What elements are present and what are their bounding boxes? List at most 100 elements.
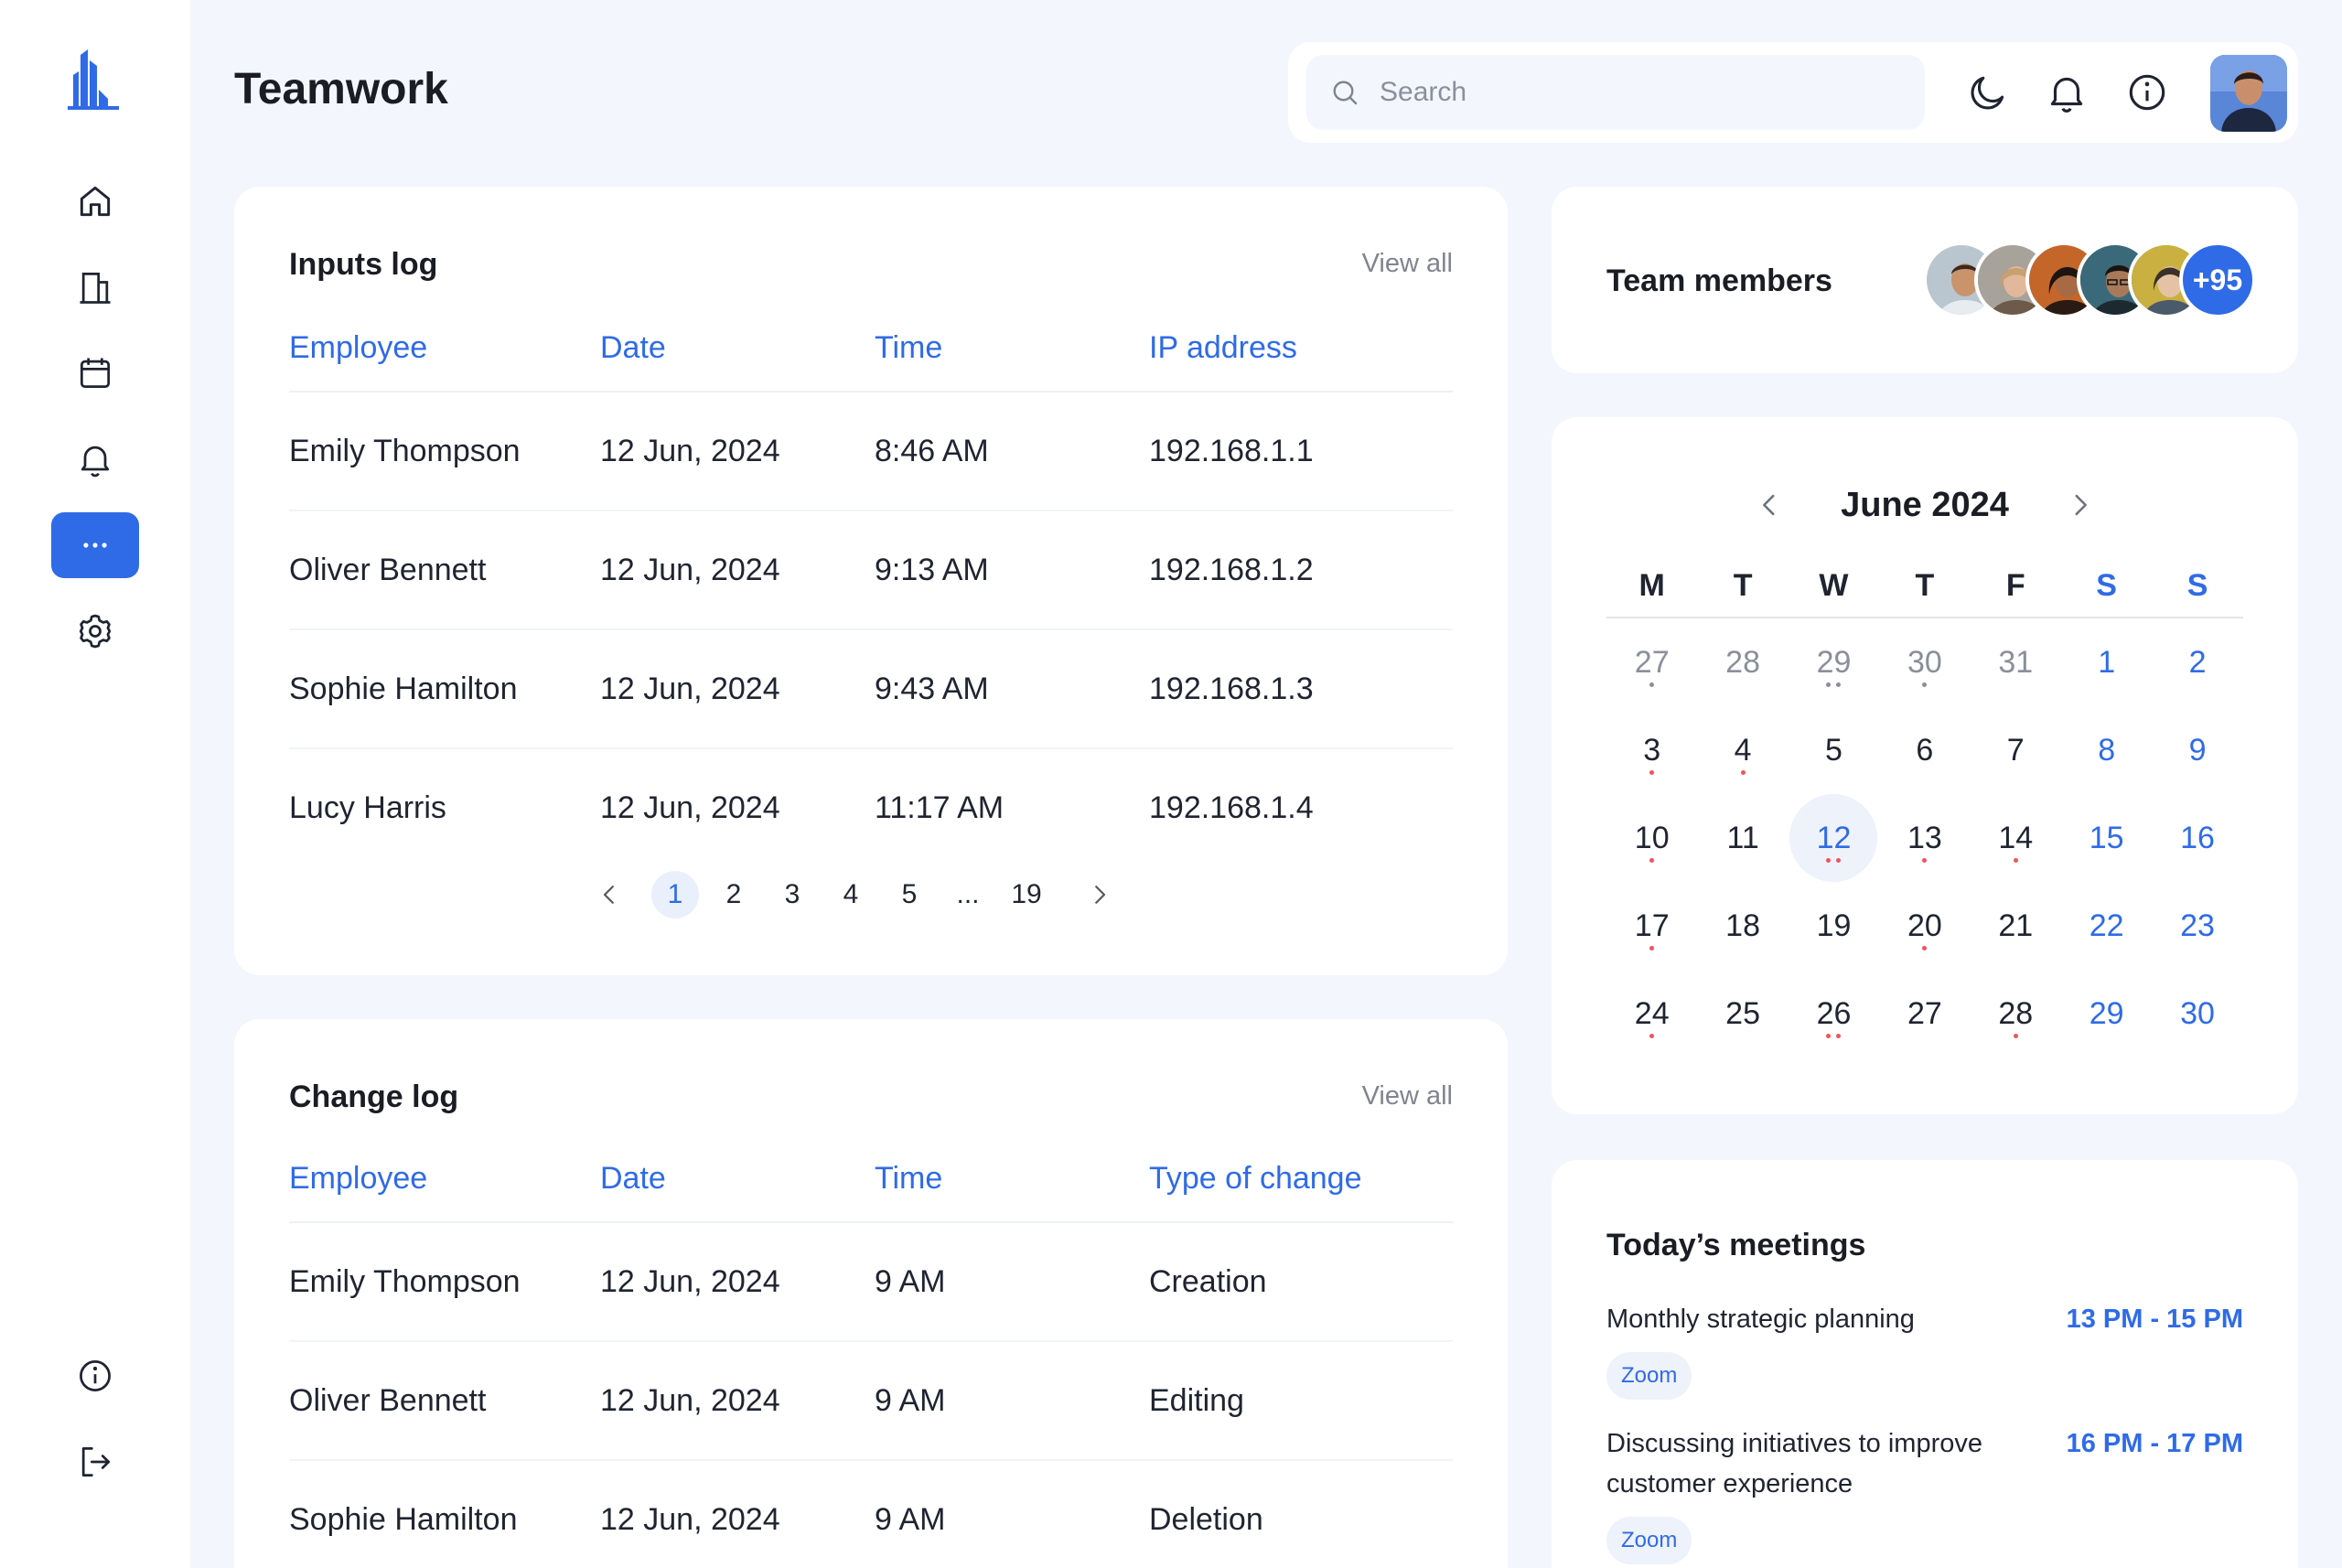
pagination-page-4[interactable]: 4: [827, 871, 875, 918]
search-input[interactable]: [1380, 77, 1892, 108]
calendar-day[interactable]: 21: [1971, 882, 2061, 970]
building-icon: [80, 272, 111, 304]
meeting-item[interactable]: Discussing initiatives to improve custom…: [1606, 1423, 2243, 1564]
calendar-day[interactable]: 20: [1879, 882, 1970, 970]
calendar-day[interactable]: 29: [2061, 970, 2152, 1058]
calendar-day[interactable]: 25: [1697, 970, 1788, 1058]
calendar-day-today[interactable]: 12: [1789, 794, 1879, 882]
calendar-day[interactable]: 28: [1971, 970, 2061, 1058]
calendar-day[interactable]: 27: [1879, 970, 1970, 1058]
inputs-log-card: Inputs log View all Employee Date Time I…: [234, 187, 1508, 975]
calendar-day-number: 18: [1725, 908, 1760, 943]
column-header-date[interactable]: Date: [600, 1142, 875, 1223]
meeting-platform-tag[interactable]: Zoom: [1606, 1517, 1692, 1564]
event-dot: [1826, 858, 1832, 863]
logo[interactable]: [68, 48, 123, 112]
column-header-ip-address[interactable]: IP address: [1149, 311, 1453, 392]
calendar-week-row: 3 4 5 6 7 8 9: [1606, 706, 2243, 794]
calendar-day[interactable]: 16: [2152, 794, 2242, 882]
column-header-employee[interactable]: Employee: [289, 311, 600, 392]
calendar-prev-month-button[interactable]: [1749, 485, 1789, 525]
nav-more[interactable]: [51, 512, 139, 578]
calendar-day[interactable]: 18: [1697, 882, 1788, 970]
nav-info[interactable]: [51, 1343, 139, 1409]
cell-employee: Sophie Hamilton: [289, 629, 600, 749]
calendar-day-number: 20: [1907, 908, 1942, 943]
calendar-day[interactable]: 3: [1606, 706, 1697, 794]
calendar-day[interactable]: 10: [1606, 794, 1697, 882]
table-row[interactable]: Oliver Bennett 12 Jun, 2024 9 AM Editing: [289, 1341, 1453, 1461]
table-row[interactable]: Sophie Hamilton 12 Jun, 2024 9 AM Deleti…: [289, 1460, 1453, 1568]
user-avatar[interactable]: [2210, 55, 2287, 132]
event-dot: [1922, 682, 1928, 687]
event-dot: [1649, 682, 1655, 687]
calendar-day[interactable]: 7: [1971, 706, 2061, 794]
table-row[interactable]: Lucy Harris 12 Jun, 2024 11:17 AM 192.16…: [289, 748, 1453, 867]
nav-notifications[interactable]: [51, 426, 139, 492]
calendar-day[interactable]: 5: [1789, 706, 1879, 794]
column-header-date[interactable]: Date: [600, 311, 875, 392]
calendar-day[interactable]: 28: [1697, 618, 1788, 706]
pagination-page-1[interactable]: 1: [651, 871, 699, 918]
nav-home[interactable]: [51, 168, 139, 234]
calendar-day[interactable]: 4: [1697, 706, 1788, 794]
calendar-day[interactable]: 31: [1971, 618, 2061, 706]
calendar-day[interactable]: 30: [2152, 970, 2242, 1058]
event-indicator: [1922, 682, 1928, 687]
cell-employee: Emily Thompson: [289, 392, 600, 511]
calendar-day[interactable]: 14: [1971, 794, 2061, 882]
table-row[interactable]: Sophie Hamilton 12 Jun, 2024 9:43 AM 192…: [289, 629, 1453, 749]
pagination-page-5[interactable]: 5: [886, 871, 933, 918]
team-more-count-badge[interactable]: +95: [2179, 242, 2256, 318]
info-button[interactable]: [2124, 70, 2170, 115]
calendar-next-month-button[interactable]: [2060, 485, 2100, 525]
column-header-time[interactable]: Time: [875, 1142, 1149, 1223]
table-row[interactable]: Emily Thompson 12 Jun, 2024 8:46 AM 192.…: [289, 392, 1453, 511]
meeting-item[interactable]: Monthly strategic planning 13 PM - 15 PM…: [1606, 1299, 2243, 1400]
inputs-log-table: Employee Date Time IP address Emily Thom…: [289, 311, 1453, 867]
calendar-day[interactable]: 22: [2061, 882, 2152, 970]
table-row[interactable]: Oliver Bennett 12 Jun, 2024 9:13 AM 192.…: [289, 510, 1453, 630]
search-box[interactable]: [1306, 55, 1925, 130]
pagination-page-3[interactable]: 3: [768, 871, 816, 918]
nav-settings[interactable]: [51, 598, 139, 664]
pagination-next-button[interactable]: [1076, 871, 1123, 918]
column-header-type-of-change[interactable]: Type of change: [1149, 1142, 1453, 1223]
calendar-day[interactable]: 13: [1879, 794, 1970, 882]
calendar-day[interactable]: 27: [1606, 618, 1697, 706]
pagination-page-2[interactable]: 2: [710, 871, 757, 918]
notifications-button[interactable]: [2044, 70, 2090, 115]
calendar-day-number: 10: [1634, 820, 1670, 855]
calendar-day[interactable]: 11: [1697, 794, 1788, 882]
nav-calendar[interactable]: [51, 340, 139, 406]
calendar-day[interactable]: 19: [1789, 882, 1879, 970]
calendar-day[interactable]: 17: [1606, 882, 1697, 970]
nav-logout[interactable]: [51, 1429, 139, 1495]
calendar-day[interactable]: 29: [1789, 618, 1879, 706]
calendar-day[interactable]: 6: [1879, 706, 1970, 794]
calendar-day[interactable]: 8: [2061, 706, 2152, 794]
change-log-view-all-link[interactable]: View all: [1362, 1081, 1453, 1112]
pagination-prev-button[interactable]: [586, 871, 633, 918]
calendar-day[interactable]: 9: [2152, 706, 2242, 794]
pagination-page-19[interactable]: 19: [1003, 871, 1050, 918]
calendar-day[interactable]: 1: [2061, 618, 2152, 706]
table-row[interactable]: Emily Thompson 12 Jun, 2024 9 AM Creatio…: [289, 1222, 1453, 1342]
column-header-time[interactable]: Time: [875, 311, 1149, 392]
inputs-log-view-all-link[interactable]: View all: [1362, 249, 1453, 279]
calendar-day[interactable]: 15: [2061, 794, 2152, 882]
cell-type-of-change: Editing: [1149, 1341, 1453, 1461]
column-header-employee[interactable]: Employee: [289, 1142, 600, 1223]
nav-buildings[interactable]: [51, 254, 139, 320]
calendar-day[interactable]: 2: [2152, 618, 2242, 706]
meetings-title: Today’s meetings: [1606, 1228, 1866, 1262]
calendar-day[interactable]: 24: [1606, 970, 1697, 1058]
team-avatar-stack[interactable]: +95: [1923, 242, 2271, 318]
event-indicator: [1649, 1034, 1655, 1038]
calendar-week-row: 24 25 26 27 28 29 30: [1606, 970, 2243, 1058]
meeting-platform-tag[interactable]: Zoom: [1606, 1352, 1692, 1400]
calendar-day[interactable]: 26: [1789, 970, 1879, 1058]
dark-mode-toggle[interactable]: [1965, 70, 2011, 115]
calendar-day[interactable]: 30: [1879, 618, 1970, 706]
calendar-day[interactable]: 23: [2152, 882, 2242, 970]
